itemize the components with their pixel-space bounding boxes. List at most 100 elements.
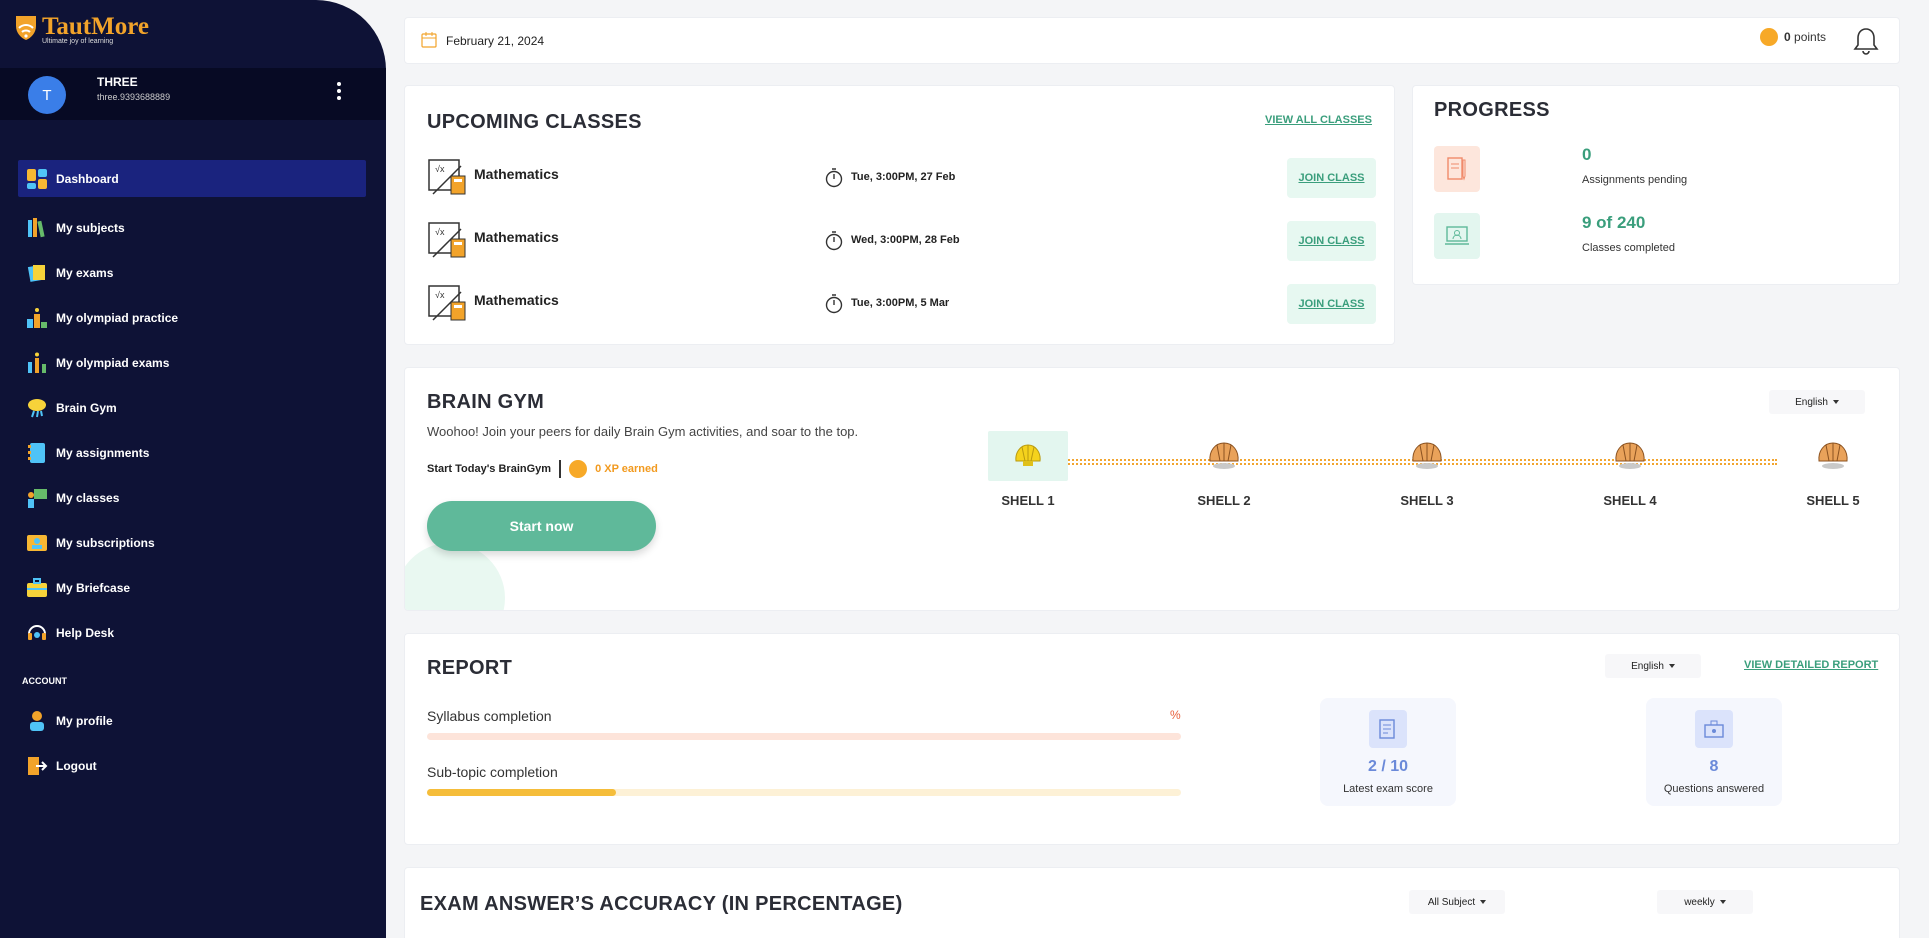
logo-shield-icon [16,16,36,40]
points-value: 0 [1784,30,1791,44]
sidebar-item-my-assignments[interactable]: My assignments [18,430,366,475]
sidebar-item-label: Brain Gym [56,400,117,415]
coin-icon [569,460,588,478]
class-time: Wed, 3:00PM, 28 Feb [851,234,960,246]
shell-5[interactable]: SHELL 5 [1793,431,1873,508]
podium-icon [27,307,47,328]
sidebar-item-label: Logout [56,758,97,773]
upcoming-classes-title: UPCOMING CLASSES [427,111,642,133]
shell-label: SHELL 3 [1400,493,1454,508]
logo[interactable]: TautMore Ultimate joy of learning [14,14,149,45]
sidebar-item-label: My assignments [56,445,150,460]
exam-score-label: Latest exam score [1343,783,1433,795]
brain-gym-title: BRAIN GYM [427,391,545,413]
user-card: T THREE three.9393688889 [0,68,386,120]
period-filter-dropdown[interactable]: weekly [1657,890,1753,914]
sidebar-item-label: My exams [56,265,114,280]
account-nav: My profile Logout [18,698,366,788]
sidebar-item-label: Dashboard [56,171,119,186]
account-heading: ACCOUNT [22,676,67,686]
join-class-button[interactable]: JOIN CLASS [1287,158,1376,198]
sidebar-item-my-exams[interactable]: My exams [18,250,366,295]
join-class-button[interactable]: JOIN CLASS [1287,284,1376,324]
upcoming-classes-card: UPCOMING CLASSES VIEW ALL CLASSES √x Mat… [404,85,1395,345]
current-date: February 21, 2024 [446,34,545,48]
view-all-classes-link[interactable]: VIEW ALL CLASSES [1265,114,1372,126]
dropdown-value: All Subject [1427,896,1476,908]
shell-icon [1615,442,1645,469]
classes-completed-label: Classes completed [1582,242,1675,254]
sidebar-item-my-subscriptions[interactable]: My subscriptions [18,520,366,565]
report-card: REPORT English VIEW DETAILED REPORT Syll… [404,633,1900,845]
sidebar-item-olympiad-practice[interactable]: My olympiad practice [18,295,366,340]
profile-icon [30,710,44,731]
sidebar-item-olympiad-exams[interactable]: My olympiad exams [18,340,366,385]
class-time: Tue, 3:00PM, 5 Mar [851,297,950,309]
exam-accuracy-title: EXAM ANSWER’S ACCURACY (IN PERCENTAGE) [420,893,903,915]
svg-text:√x: √x [435,227,445,237]
sidebar-item-logout[interactable]: Logout [18,743,366,788]
divider [559,460,562,478]
stopwatch-icon [825,294,843,314]
brain-cloud-icon [28,398,46,417]
shell-label: SHELL 1 [1001,493,1055,508]
brain-gym-status: Start Today's BrainGym 0 XP earned [427,460,658,478]
sidebar-item-my-briefcase[interactable]: My Briefcase [18,565,366,610]
sidebar-item-brain-gym[interactable]: Brain Gym [18,385,366,430]
brain-gym-card: BRAIN GYM Woohoo! Join your peers for da… [404,367,1900,611]
top-header: February 21, 2024 0 points [404,17,1900,64]
caret-down-icon [1832,400,1839,404]
subject-filter-dropdown[interactable]: All Subject [1409,890,1505,914]
stopwatch-icon [825,231,843,251]
subtopic-completion-label: Sub-topic completion [427,764,558,780]
sidebar-item-label: My olympiad practice [56,310,179,325]
notification-bell-icon[interactable] [1852,26,1880,56]
report-title: REPORT [427,657,513,679]
user-name: THREE [97,75,138,89]
exam-papers-icon [27,264,45,282]
teacher-board-icon [28,488,47,508]
sidebar-item-label: My subscriptions [56,535,155,550]
caret-down-icon [1480,900,1487,904]
shell-1[interactable]: SHELL 1 [988,431,1068,508]
class-time: Tue, 3:00PM, 27 Feb [851,171,956,183]
shell-3[interactable]: SHELL 3 [1387,431,1467,508]
math-icon: √x [428,159,466,195]
logout-icon [28,756,48,775]
syllabus-completion-label: Syllabus completion [427,708,552,724]
shell-2[interactable]: SHELL 2 [1184,431,1264,508]
notebook-pen-icon [1447,157,1466,181]
caret-down-icon [1668,664,1675,668]
questions-answered-value: 8 [1709,758,1719,775]
xp-earned: 0 XP earned [595,463,658,475]
sidebar-item-dashboard[interactable]: Dashboard [18,160,366,197]
question-box-icon [1704,720,1724,738]
sidebar-item-my-profile[interactable]: My profile [18,698,366,743]
progress-card: PROGRESS 0 Assignments pending 9 of 240 … [1412,85,1900,285]
assignments-pending-label: Assignments pending [1582,174,1688,186]
questions-answered-label: Questions answered [1663,783,1765,795]
sidebar-item-help-desk[interactable]: Help Desk [18,610,366,655]
shell-4[interactable]: SHELL 4 [1590,431,1670,508]
sidebar-item-my-classes[interactable]: My classes [18,475,366,520]
syllabus-completion-value: % [1170,708,1181,722]
points-display: 0 points [1760,28,1826,46]
sidebar-item-my-subjects[interactable]: My subjects [18,205,366,250]
more-options-icon[interactable] [333,80,345,102]
math-icon: √x [428,222,466,258]
golden-shell-icon [1015,444,1041,466]
latest-exam-score-stat: 2 / 10 Latest exam score [1320,698,1456,806]
progress-title: PROGRESS [1434,99,1550,121]
view-detailed-report-link[interactable]: VIEW DETAILED REPORT [1744,659,1878,671]
svg-text:√x: √x [435,290,445,300]
dashboard-icon [27,168,47,189]
questions-answered-stat: 8 Questions answered [1646,698,1782,806]
briefcase-icon [27,577,47,597]
classes-completed-value: 9 of 240 [1582,213,1646,232]
join-class-button[interactable]: JOIN CLASS [1287,221,1376,261]
sidebar-item-label: My classes [56,490,120,505]
report-language-dropdown[interactable]: English [1605,654,1701,678]
start-now-button[interactable]: Start now [427,501,656,551]
brain-gym-language-dropdown[interactable]: English [1769,390,1865,414]
avatar[interactable]: T [28,76,66,114]
